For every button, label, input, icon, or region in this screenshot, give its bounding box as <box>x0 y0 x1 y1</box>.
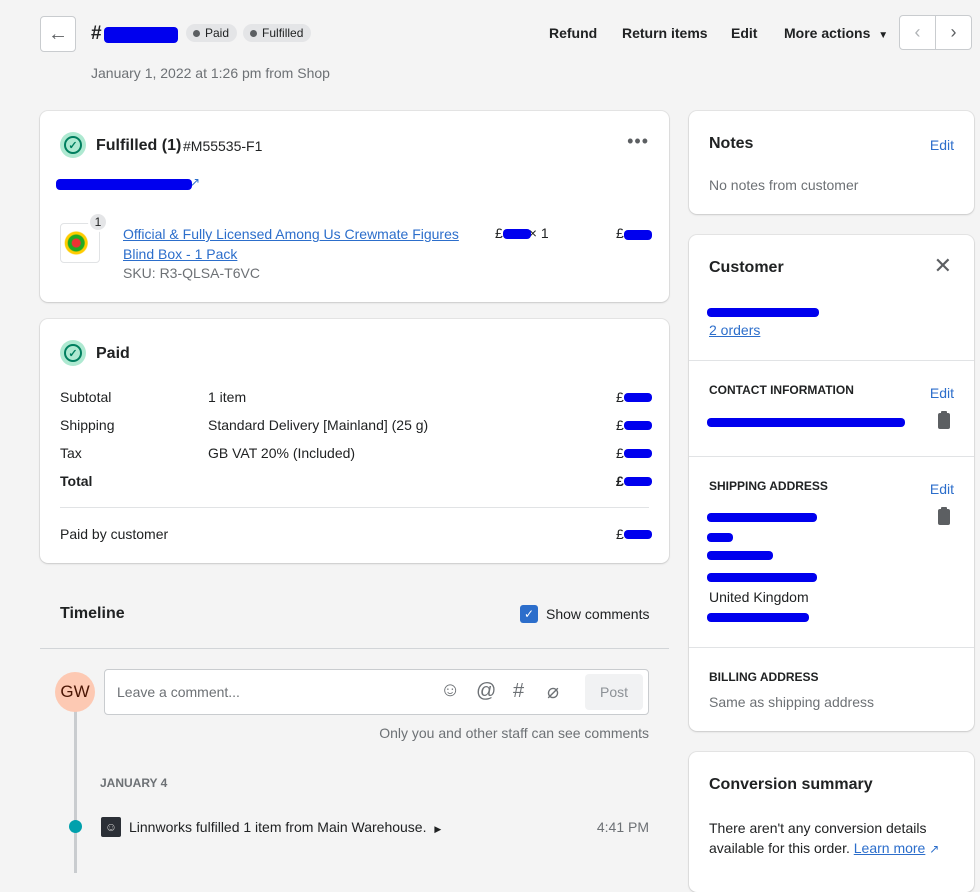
notes-card: Notes Edit No notes from customer <box>689 111 974 214</box>
timeline-title: Timeline <box>60 605 125 622</box>
next-order-button[interactable]: › <box>935 15 972 50</box>
external-link-icon: ↗ <box>190 175 201 189</box>
redacted-amount <box>624 477 652 486</box>
divider <box>689 456 974 457</box>
more-actions-button[interactable]: More actions ▼ <box>784 25 888 41</box>
redacted-address-line <box>707 551 773 560</box>
shipping-row: Shipping Standard Delivery [Mainland] (25… <box>60 417 624 433</box>
conversion-title: Conversion summary <box>709 776 873 793</box>
customer-card: Customer ✕ 2 orders CONTACT INFORMATION … <box>689 235 974 731</box>
hashtag-icon[interactable]: # <box>513 680 524 703</box>
timeline-date: JANUARY 4 <box>100 776 168 790</box>
previous-order-button[interactable]: ‹ <box>899 15 936 50</box>
redacted-address-line <box>707 533 733 542</box>
tax-row: Tax GB VAT 20% (Included) £ <box>60 445 624 461</box>
timeline-dot <box>69 820 82 833</box>
redacted-address-line <box>707 513 817 522</box>
contact-title: CONTACT INFORMATION <box>709 383 854 397</box>
shipping-edit-link[interactable]: Edit <box>930 481 954 497</box>
show-comments-checkbox[interactable]: ✓ Show comments <box>520 605 649 623</box>
close-icon[interactable]: ✕ <box>934 253 952 279</box>
billing-body: Same as shipping address <box>709 694 874 710</box>
redacted-unit-price <box>503 229 531 239</box>
attachment-icon[interactable]: ⌀ <box>547 679 559 704</box>
redacted-amount <box>624 530 652 539</box>
fulfilled-card: ✓ Fulfilled (1) #M55535-F1 ••• ↗ 1 Offic… <box>40 111 669 302</box>
notes-body: No notes from customer <box>709 177 859 193</box>
paid-badge: Paid <box>186 24 238 42</box>
redacted-tracking-link[interactable] <box>56 179 192 190</box>
status-badges: Paid Fulfilled <box>186 24 312 42</box>
customer-orders-link[interactable]: 2 orders <box>709 322 760 338</box>
comment-input[interactable]: Leave a comment... ☺ @ # ⌀ Post <box>104 669 649 715</box>
checkbox-checked-icon: ✓ <box>520 605 538 623</box>
avatar: GW <box>55 672 95 712</box>
refund-button[interactable]: Refund <box>549 25 597 41</box>
back-button[interactable]: ← <box>40 16 76 52</box>
product-link[interactable]: Official & Fully Licensed Among Us Crewm… <box>123 224 463 264</box>
more-icon[interactable]: ••• <box>627 131 649 152</box>
order-title: # <box>91 23 102 44</box>
external-link-icon: ↗ <box>929 842 940 856</box>
paid-title: Paid <box>96 345 130 362</box>
mention-icon[interactable]: @ <box>476 680 496 703</box>
paid-check-icon: ✓ <box>60 340 86 366</box>
linnworks-icon: ☺ <box>101 817 121 837</box>
redacted-phone <box>707 613 809 622</box>
fulfilled-check-icon: ✓ <box>60 132 86 158</box>
emoji-icon[interactable]: ☺ <box>440 679 460 702</box>
caret-right-icon: ▶ <box>434 824 442 834</box>
timeline-event[interactable]: Linnworks fulfilled 1 item from Main War… <box>129 819 441 835</box>
comment-visibility-note: Only you and other staff can see comment… <box>379 725 649 741</box>
copy-icon[interactable] <box>938 411 950 429</box>
redacted-address-line <box>707 573 817 582</box>
divider <box>60 507 649 508</box>
redacted-amount <box>624 393 652 402</box>
notes-title: Notes <box>709 135 754 152</box>
subtotal-row: Subtotal 1 item £ <box>60 389 624 405</box>
shipping-country: United Kingdom <box>709 589 809 605</box>
billing-title: BILLING ADDRESS <box>709 670 819 684</box>
learn-more-link[interactable]: Learn more <box>854 840 926 856</box>
line-total: £ <box>616 225 624 241</box>
paid-by-row: Paid by customer £ <box>60 526 624 542</box>
total-row: Total £ <box>60 473 624 489</box>
fulfilled-title: Fulfilled (1) <box>96 137 182 154</box>
customer-title: Customer <box>709 259 784 276</box>
shipping-title: SHIPPING ADDRESS <box>709 479 828 493</box>
redacted-amount <box>624 449 652 458</box>
event-time: 4:41 PM <box>596 819 649 835</box>
divider <box>689 360 974 361</box>
return-items-button[interactable]: Return items <box>622 25 708 41</box>
divider <box>40 648 669 649</box>
edit-button[interactable]: Edit <box>731 25 757 41</box>
conversion-body: There aren't any conversion details avai… <box>709 820 940 856</box>
fulfillment-id: #M55535-F1 <box>183 138 263 154</box>
product-sku: SKU: R3-QLSA-T6VC <box>123 265 260 281</box>
notes-edit-link[interactable]: Edit <box>930 137 954 153</box>
redacted-amount <box>624 421 652 430</box>
paid-card: ✓ Paid Subtotal 1 item £ Shipping Standard … <box>40 319 669 563</box>
caret-down-icon: ▼ <box>878 30 889 41</box>
redacted-customer-name[interactable] <box>707 308 819 317</box>
order-subtitle: January 1, 2022 at 1:26 pm from Shop <box>91 65 330 81</box>
redacted-order-number <box>104 27 178 43</box>
divider <box>689 647 974 648</box>
contact-edit-link[interactable]: Edit <box>930 385 954 401</box>
quantity-badge: 1 <box>88 212 108 232</box>
timeline-line <box>74 700 77 873</box>
conversion-card: Conversion summary There aren't any conv… <box>689 752 974 892</box>
redacted-email <box>707 418 905 427</box>
post-button[interactable]: Post <box>585 674 643 710</box>
copy-icon[interactable] <box>938 507 950 525</box>
fulfilled-badge: Fulfilled <box>243 24 312 42</box>
redacted-line-total <box>624 230 652 240</box>
